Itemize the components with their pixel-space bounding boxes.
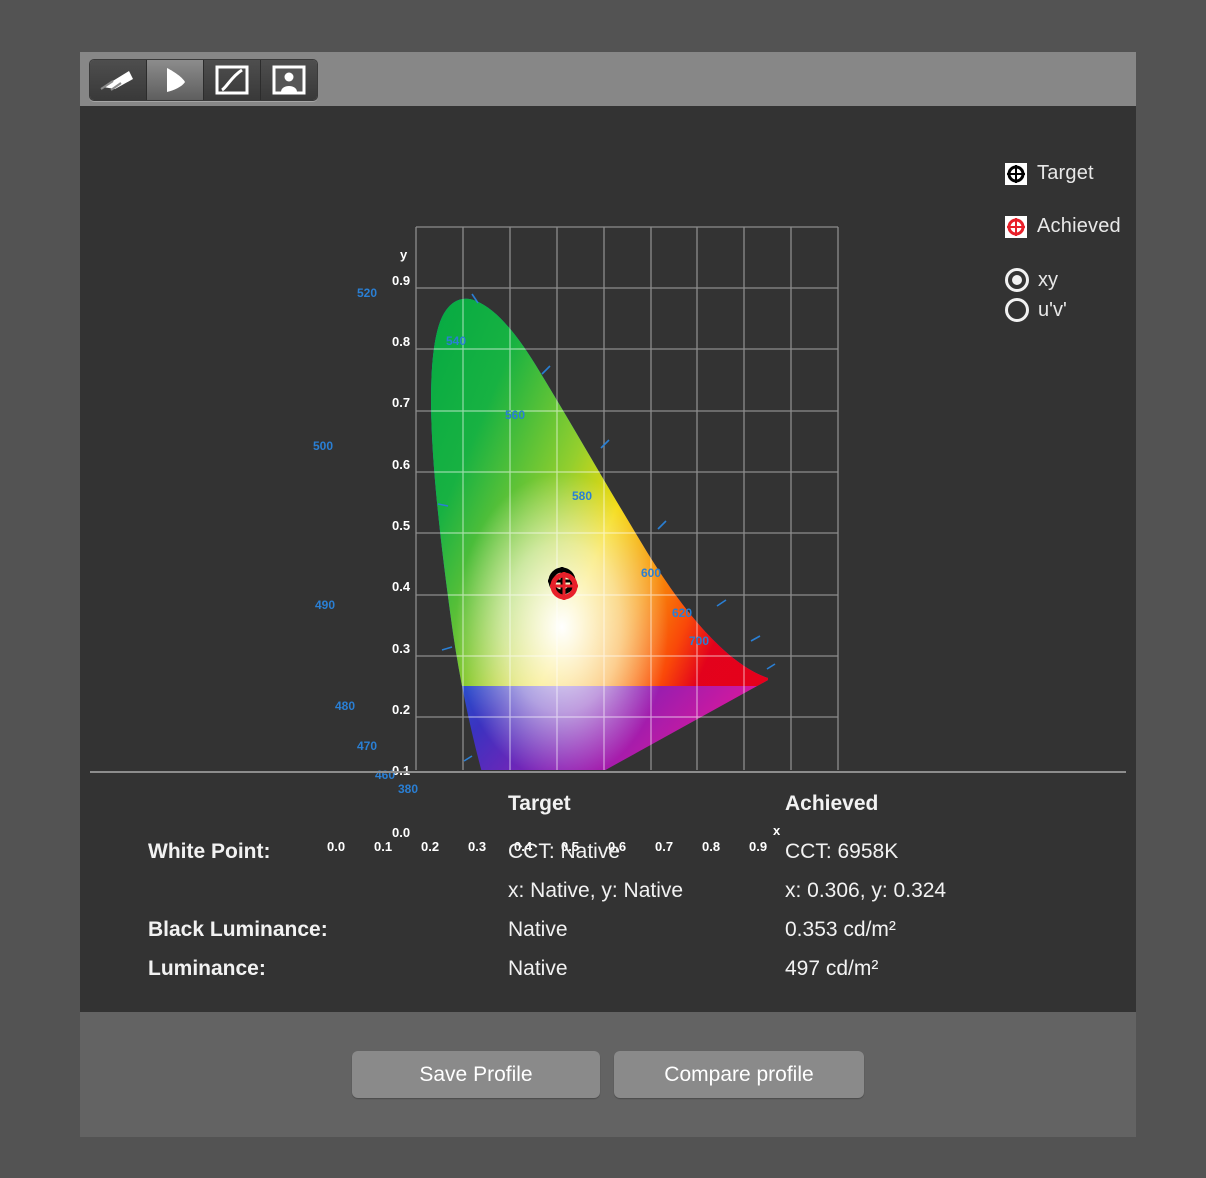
y-tick-0.7: 0.7 <box>392 395 411 410</box>
toolbar <box>80 52 1136 106</box>
row-achieved-white-point-cct: CCT: 6958K <box>785 840 899 863</box>
y-tick-0.2: 0.2 <box>392 702 411 717</box>
radio-uv-label: u'v' <box>1038 298 1067 321</box>
wavelength-label-500: 500 <box>313 439 334 453</box>
save-profile-button[interactable]: Save Profile <box>352 1051 600 1098</box>
gamut-2d-icon-button[interactable] <box>147 60 204 100</box>
wavelength-label-540: 540 <box>446 334 467 348</box>
compare-profile-button[interactable]: Compare profile <box>614 1051 864 1098</box>
color-calibration-window: y 0.9 0.8 0.7 0.6 0.5 0.4 0.3 0.2 0.1 0.… <box>80 52 1136 1137</box>
row-label-white-point: White Point: <box>148 840 271 863</box>
view-mode-segmented-control[interactable] <box>89 59 318 101</box>
wavelength-label-620: 620 <box>672 606 693 620</box>
results-table: Target Achieved White Point: CCT: Native… <box>80 792 1136 1012</box>
crosshair-circle-icon <box>1007 217 1025 236</box>
wavelength-label-480: 480 <box>335 699 356 713</box>
crosshair-circle-icon <box>1007 164 1025 183</box>
y-axis-name: y <box>400 247 408 262</box>
y-tick-0.6: 0.6 <box>392 457 411 472</box>
radio-uv[interactable]: u'v' <box>1005 298 1175 322</box>
table-row-white-point-xy: x: Native, y: Native x: 0.306, y: 0.324 <box>80 879 1136 913</box>
radio-xy[interactable]: xy <box>1005 268 1175 292</box>
wavelength-label-600: 600 <box>641 566 662 580</box>
achieved-marker[interactable] <box>547 569 581 603</box>
gamut-3d-icon <box>100 71 133 91</box>
legend-item-achieved: Achieved <box>1005 215 1175 238</box>
wavelength-label-490: 490 <box>315 598 336 612</box>
legend-item-target: Target <box>1005 162 1175 185</box>
y-tick-0.9: 0.9 <box>392 273 411 288</box>
image-preview-icon-button[interactable] <box>261 60 317 100</box>
y-tick-0.3: 0.3 <box>392 641 411 656</box>
radio-uv-button[interactable] <box>1005 298 1029 322</box>
row-achieved-luminance: 497 cd/m² <box>785 957 879 980</box>
target-marker-swatch <box>1005 162 1027 185</box>
tone-curve-icon-button[interactable] <box>204 60 261 100</box>
column-header-achieved: Achieved <box>785 792 879 815</box>
row-target-luminance: Native <box>508 957 568 980</box>
table-header-row: Target Achieved <box>80 792 1136 826</box>
row-label-black-luminance: Black Luminance: <box>148 918 328 941</box>
achieved-marker-swatch <box>1005 215 1027 238</box>
y-tick-0.8: 0.8 <box>392 334 411 349</box>
footer-bar: Save Profile Compare profile <box>80 1012 1136 1137</box>
table-row-white-point: White Point: CCT: Native CCT: 6958K <box>80 840 1136 874</box>
row-target-white-point-xy: x: Native, y: Native <box>508 879 684 902</box>
wavelength-label-560: 560 <box>505 408 526 422</box>
tone-curve-icon <box>215 65 249 95</box>
table-row-luminance: Luminance: Native 497 cd/m² <box>80 957 1136 991</box>
legend: Target Achieved xy u'v' <box>1005 162 1175 328</box>
y-tick-0.5: 0.5 <box>392 518 411 533</box>
panel-divider <box>90 771 1126 773</box>
radio-xy-dot <box>1012 275 1022 285</box>
wavelength-label-580: 580 <box>572 489 593 503</box>
wavelength-label-520: 520 <box>357 286 378 300</box>
column-header-target: Target <box>508 792 571 815</box>
row-achieved-black-luminance: 0.353 cd/m² <box>785 918 896 941</box>
wavelength-label-470: 470 <box>357 739 378 753</box>
cie-chromaticity-diagram[interactable] <box>80 106 1136 770</box>
wavelength-label-700: 700 <box>689 634 710 648</box>
y-tick-0.4: 0.4 <box>392 579 411 594</box>
gamut-3d-icon-button[interactable] <box>90 60 147 100</box>
row-achieved-white-point-xy: x: 0.306, y: 0.324 <box>785 879 947 902</box>
row-target-black-luminance: Native <box>508 918 568 941</box>
gamut-2d-icon <box>167 68 185 92</box>
image-preview-icon <box>272 65 306 95</box>
legend-label-achieved: Achieved <box>1037 215 1121 237</box>
legend-label-target: Target <box>1037 162 1094 184</box>
row-target-white-point-cct: CCT: Native <box>508 840 621 863</box>
radio-xy-label: xy <box>1038 268 1058 291</box>
chromaticity-plot-panel: y 0.9 0.8 0.7 0.6 0.5 0.4 0.3 0.2 0.1 0.… <box>80 106 1136 854</box>
row-label-luminance: Luminance: <box>148 957 266 980</box>
table-row-black-luminance: Black Luminance: Native 0.353 cd/m² <box>80 918 1136 952</box>
radio-xy-button[interactable] <box>1005 268 1029 292</box>
